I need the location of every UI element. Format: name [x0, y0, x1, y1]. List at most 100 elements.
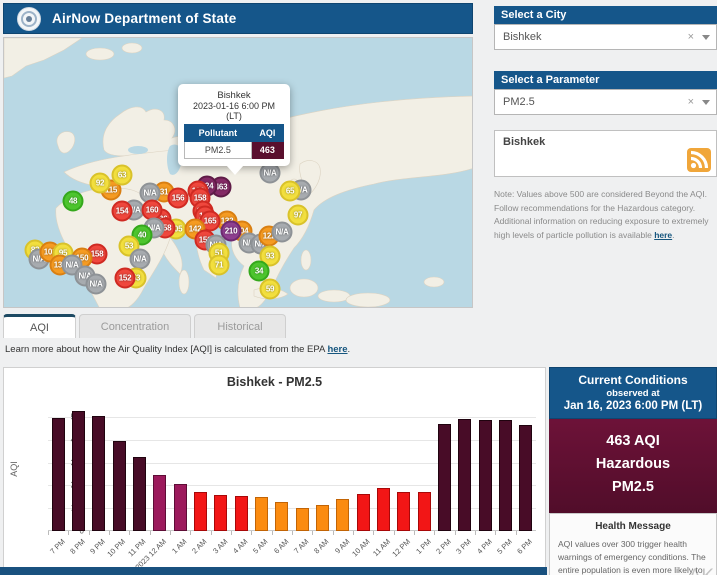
tab-aqi[interactable]: AQI [3, 314, 76, 338]
aqi-map[interactable]: 11592634831N/A156N/A154136160105158N/A40… [3, 37, 473, 308]
map-marker[interactable]: 92 [90, 173, 111, 194]
observed-at-label: observed at [552, 388, 714, 399]
chart-bar[interactable] [397, 492, 410, 531]
chart-x-axis-label: 3 AM [211, 537, 229, 555]
learn-more-here-link[interactable]: here [327, 344, 347, 355]
observed-datetime: Jan 16, 2023 6:00 PM (LT) [552, 400, 714, 412]
chart-x-axis-label: 7 AM [292, 537, 310, 555]
chart-bar[interactable] [418, 492, 431, 531]
chart-bar[interactable] [255, 497, 268, 531]
chart-bar[interactable] [316, 505, 329, 531]
rss-feed-icon[interactable] [687, 148, 711, 172]
chart-bar[interactable] [296, 508, 309, 531]
chart-bar[interactable] [275, 502, 288, 531]
chart-bar[interactable] [235, 496, 248, 531]
current-aqi-value: 463 AQI [549, 430, 717, 453]
current-conditions-title: Current Conditions [552, 373, 714, 387]
map-marker[interactable]: N/A [86, 274, 107, 295]
select-parameter-header: Select a Parameter [494, 71, 717, 89]
map-marker[interactable]: 59 [260, 279, 281, 300]
chart-x-axis-label: 2 AM [190, 537, 208, 555]
chart-x-axis-label: 5 PM [495, 537, 514, 556]
city-chevron-down-icon[interactable] [702, 35, 710, 40]
popup-table: Pollutant AQI PM2.5 463 [184, 124, 284, 159]
chart-bar[interactable] [336, 499, 349, 531]
chart-bar[interactable] [113, 441, 126, 531]
popup-datetime: 2023-01-16 6:00 PM [184, 101, 284, 111]
chart-x-axis-label: 3 PM [454, 537, 473, 556]
current-conditions-header: Current Conditions observed at Jan 16, 2… [549, 367, 717, 419]
chart-bar[interactable] [133, 457, 146, 531]
chart-x-axis-label: 4 AM [231, 537, 249, 555]
health-message-text: AQI values over 300 trigger health warni… [558, 538, 708, 575]
chart-x-axis-label: 4 PM [475, 537, 494, 556]
note-period: . [672, 230, 674, 240]
chart-bar[interactable] [479, 420, 492, 531]
chart-y-axis-label: AQI [9, 461, 19, 477]
current-aqi-category: Hazardous [549, 453, 717, 476]
feed-box: Bishkek [494, 130, 717, 177]
chart-bar[interactable] [499, 420, 512, 531]
chart-bar[interactable] [92, 416, 105, 531]
view-tabs: AQI Concentration Historical [3, 314, 286, 338]
map-marker[interactable]: N/A [130, 249, 151, 270]
tab-concentration[interactable]: Concentration [79, 314, 191, 338]
popup-timezone: (LT) [184, 111, 284, 121]
map-marker[interactable]: 154 [112, 201, 133, 222]
aqi-bar-chart: Bishkek - PM2.5 AQI 0100200300400500 7 P… [3, 367, 546, 575]
map-marker[interactable]: 152 [115, 268, 136, 289]
chart-bar[interactable] [214, 495, 227, 531]
department-of-state-seal-icon [17, 7, 41, 31]
select-city-header: Select a City [494, 6, 717, 24]
parameter-chevron-down-icon[interactable] [702, 100, 710, 105]
parameter-select[interactable]: PM2.5 × [494, 89, 717, 115]
chart-plot-area: 0100200300400500 [48, 409, 536, 531]
chart-x-axis-label: 5 AM [251, 537, 269, 555]
chart-bar[interactable] [519, 425, 532, 531]
chart-bar[interactable] [52, 418, 65, 531]
chart-x-axis-label: 1 AM [170, 537, 188, 555]
popup-pollutant-header: Pollutant [185, 125, 252, 142]
map-marker[interactable]: 71 [209, 255, 230, 276]
chart-gridline [48, 417, 536, 418]
beyond-aqi-note: Note: Values above 500 are considered Be… [494, 188, 717, 242]
map-marker[interactable]: N/A [272, 222, 293, 243]
health-message-title: Health Message [558, 521, 708, 532]
note-here-link[interactable]: here [654, 230, 672, 240]
chart-x-axis-label: 6 AM [272, 537, 290, 555]
map-marker[interactable]: 65 [280, 181, 301, 202]
map-marker[interactable]: 156 [168, 188, 189, 209]
current-aqi-pollutant: PM2.5 [549, 476, 717, 499]
learn-more-line: Learn more about how the Air Quality Ind… [5, 344, 350, 355]
chart-x-axis-label: 11 AM [371, 537, 392, 558]
map-marker[interactable]: 63 [112, 165, 133, 186]
airnow-page: AirNow Department of State [0, 0, 717, 575]
popup-aqi-header: AQI [251, 125, 283, 142]
chart-bar[interactable] [194, 492, 207, 531]
map-marker[interactable]: 97 [288, 205, 309, 226]
chart-title: Bishkek - PM2.5 [4, 375, 545, 389]
city-clear-icon[interactable]: × [683, 31, 699, 43]
chart-x-axis-label: 10 PM [106, 537, 128, 559]
parameter-clear-icon[interactable]: × [683, 96, 699, 108]
chart-bar[interactable] [377, 488, 390, 531]
city-select[interactable]: Bishkek × [494, 24, 717, 50]
chart-bar[interactable] [174, 484, 187, 531]
map-popup: Bishkek 2023-01-16 6:00 PM (LT) Pollutan… [178, 84, 290, 166]
map-marker[interactable]: 48 [63, 191, 84, 212]
chart-bar[interactable] [438, 424, 451, 531]
learn-more-text: Learn more about how the Air Quality Ind… [5, 344, 327, 355]
chart-bar[interactable] [458, 419, 471, 531]
chart-bar[interactable] [72, 411, 85, 531]
health-message-box: Health Message AQI values over 300 trigg… [549, 513, 717, 575]
chart-x-axis-label: 2 PM [434, 537, 453, 556]
sidebar: Select a City Bishkek × Select a Paramet… [494, 0, 717, 242]
chart-bar[interactable] [153, 475, 166, 531]
chart-x-axis-label: 1 PM [414, 537, 433, 556]
learn-more-period: . [348, 344, 351, 355]
chart-bar[interactable] [357, 494, 370, 531]
chart-x-axis-label: 8 AM [312, 537, 330, 555]
chart-x-axis-label: 6 PM [515, 537, 534, 556]
popup-city: Bishkek [184, 90, 284, 101]
tab-historical[interactable]: Historical [194, 314, 286, 338]
